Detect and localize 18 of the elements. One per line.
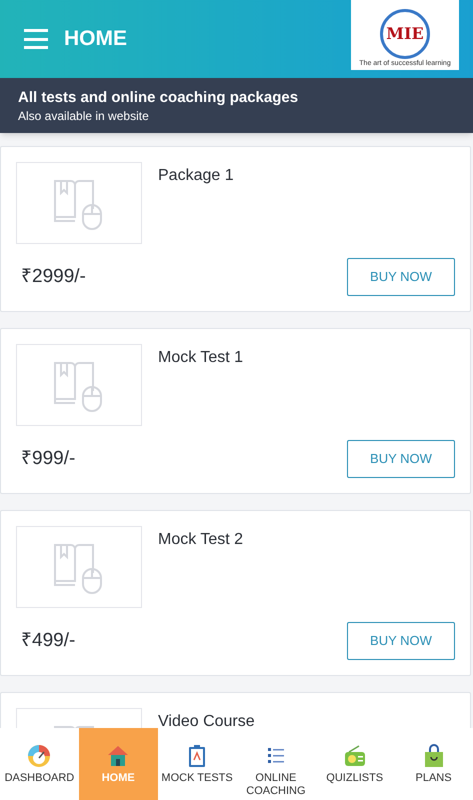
menu-icon[interactable]: [24, 29, 48, 49]
package-price: ₹2999/-: [21, 264, 86, 289]
buy-now-button[interactable]: BUY NOW: [347, 258, 455, 296]
package-price: ₹999/-: [21, 446, 76, 471]
banner-title: All tests and online coaching packages: [18, 88, 300, 108]
banner-subtitle: Also available in website: [18, 108, 150, 124]
page-title: HOME: [64, 26, 127, 52]
house-icon: [106, 744, 130, 768]
gauge-icon: [27, 744, 52, 768]
package-name: Video Course: [158, 712, 255, 728]
buy-now-button[interactable]: BUY NOW: [347, 440, 455, 478]
radio-icon: [342, 744, 367, 768]
buy-now-button[interactable]: BUY NOW: [347, 622, 455, 660]
package-name: Mock Test 1: [158, 348, 244, 368]
package-name: Package 1: [158, 166, 234, 186]
package-name: Mock Test 2: [158, 530, 244, 550]
logo-mark: MIE: [386, 23, 424, 45]
package-price: ₹499/-: [21, 628, 76, 653]
